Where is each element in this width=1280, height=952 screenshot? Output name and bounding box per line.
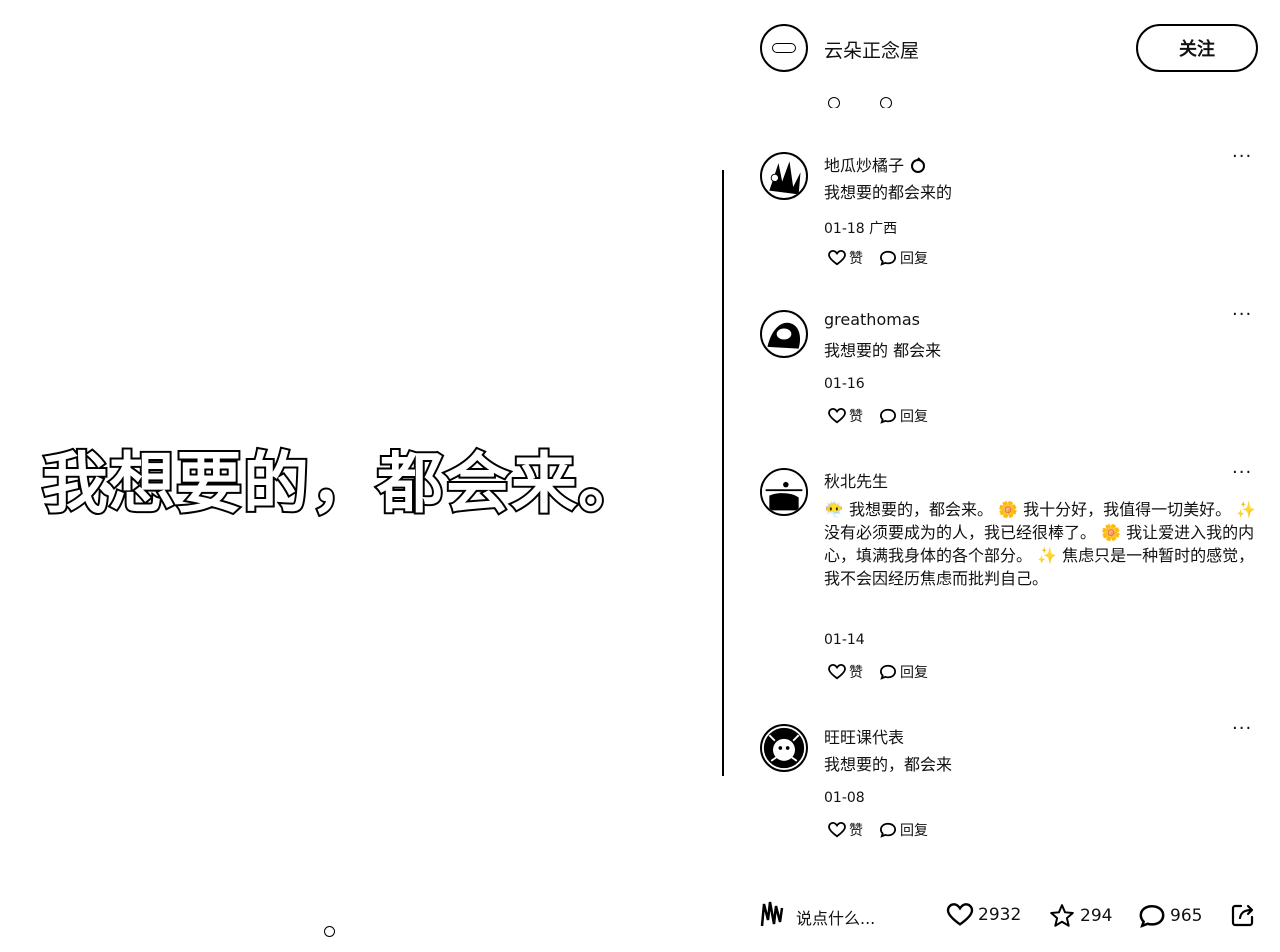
like-count-button[interactable]: 2932: [946, 903, 1021, 927]
like-button[interactable]: 赞: [828, 820, 863, 840]
comment-icon: [879, 408, 897, 424]
heart-icon: [828, 250, 846, 266]
badge-icon: [911, 157, 926, 173]
user-avatar: [760, 901, 784, 927]
heart-icon: [946, 903, 974, 926]
comment-meta: 01-14: [824, 632, 865, 648]
comment-meta: 01-16: [824, 376, 865, 392]
star-icon: [1050, 904, 1074, 927]
avatar-image-icon: [769, 161, 801, 195]
previous-comment-actions-partial: [828, 94, 948, 108]
follow-button[interactable]: 关注: [1136, 24, 1258, 72]
post-header: 云朵正念屋 关注: [724, 0, 1280, 96]
reply-button[interactable]: 回复: [879, 820, 928, 840]
comment-input[interactable]: 说点什么...: [796, 905, 875, 929]
heart-icon: [828, 822, 846, 838]
like-button[interactable]: 赞: [828, 406, 863, 426]
like-button[interactable]: 赞: [828, 662, 863, 682]
commenter-name[interactable]: 秋北先生: [824, 468, 888, 492]
pane-divider: [722, 170, 724, 776]
author-name[interactable]: 云朵正念屋: [824, 36, 919, 63]
commenter-name[interactable]: 地瓜炒橘子: [824, 152, 927, 176]
commenter-avatar[interactable]: [760, 152, 808, 200]
more-icon[interactable]: ···: [1232, 304, 1252, 325]
reply-button[interactable]: 回复: [879, 662, 928, 682]
post-image[interactable]: 我想要的，都会来。: [0, 0, 724, 952]
avatar-image-icon: [762, 470, 806, 514]
avatar-image-icon: [763, 727, 805, 769]
commenter-avatar[interactable]: [760, 724, 808, 772]
post-overlay-text: 我想要的，都会来。: [40, 443, 646, 524]
comment-count-button[interactable]: 965: [1138, 903, 1202, 929]
engagement-bar: 说点什么... 2932 294 965: [724, 890, 1280, 942]
commenter-name[interactable]: greathomas: [824, 310, 920, 329]
reply-button[interactable]: 回复: [879, 406, 928, 426]
favorite-button[interactable]: 294: [1048, 903, 1112, 929]
favorite-count: 294: [1080, 906, 1113, 926]
comment-icon: [879, 822, 897, 838]
comment-meta: 01-08: [824, 790, 865, 806]
carousel-indicator-dot[interactable]: [324, 926, 335, 937]
comment-count: 965: [1170, 906, 1203, 926]
heart-icon: [828, 664, 846, 680]
comment-icon: [1139, 904, 1165, 928]
reply-button[interactable]: 回复: [879, 248, 928, 268]
comment-text: 😶‍🌫️ 我想要的，都会来。 🌼 我十分好，我值得一切美好。 ✨ 没有必须要成为…: [824, 500, 1257, 588]
commenter-name[interactable]: 旺旺课代表: [824, 724, 904, 748]
like-button[interactable]: 赞: [828, 248, 863, 268]
comment-icon: [879, 250, 897, 266]
more-icon[interactable]: ···: [1232, 718, 1252, 739]
commenter-avatar[interactable]: [760, 468, 808, 516]
heart-icon: [828, 408, 846, 424]
like-count: 2932: [978, 905, 1022, 925]
comment-text: 我想要的 都会来: [824, 341, 942, 360]
comment-text: 我想要的都会来的: [824, 183, 953, 202]
avatar-image-icon: [763, 313, 805, 355]
commenter-avatar[interactable]: [760, 310, 808, 358]
comment-icon: [879, 664, 897, 680]
more-icon[interactable]: ···: [1232, 462, 1252, 483]
author-avatar[interactable]: [760, 24, 808, 72]
more-icon[interactable]: ···: [1232, 146, 1252, 167]
comment-text: 我想要的，都会来: [824, 755, 953, 774]
comment-meta: 01-18 广西: [824, 221, 898, 237]
share-icon[interactable]: [1230, 902, 1256, 928]
